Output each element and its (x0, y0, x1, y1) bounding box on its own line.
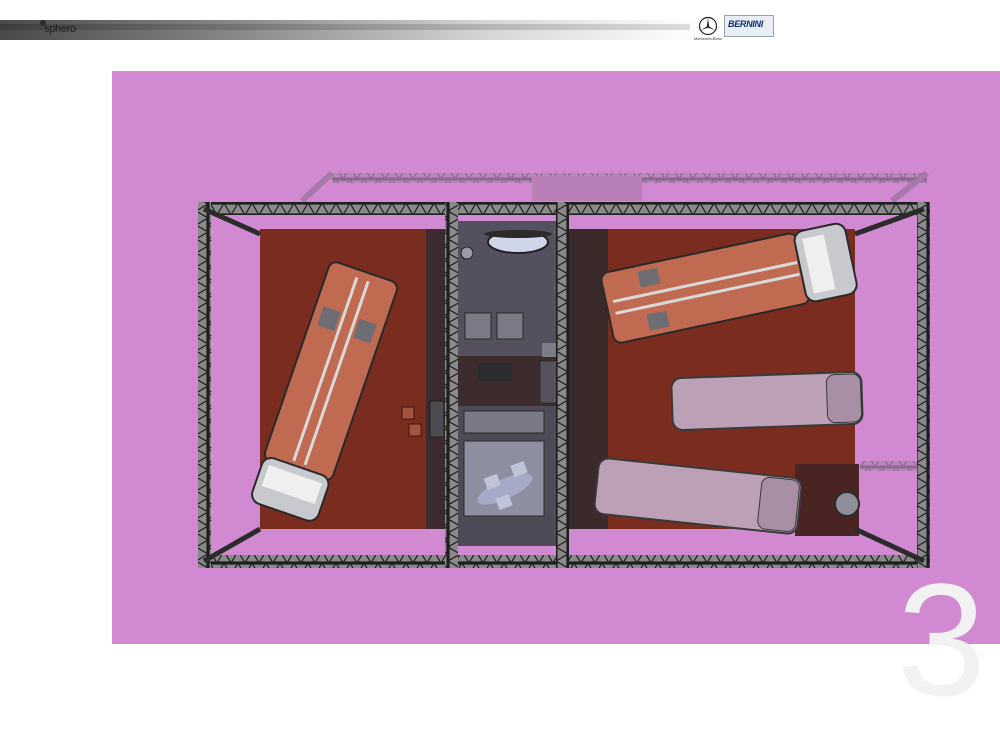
sphero-logo: sphero (44, 23, 76, 35)
floor-plan (198, 170, 930, 568)
round-table (834, 491, 860, 517)
mercedes-label: Mercedes-Benz (694, 36, 723, 41)
seat (496, 312, 524, 340)
header-bar (0, 20, 700, 40)
bernini-logo: BERNINI (724, 15, 774, 37)
header-bar-shadow (0, 24, 690, 30)
van-upper (670, 371, 864, 431)
seat (464, 312, 492, 340)
info-kiosk (429, 400, 445, 438)
mercedes-star-icon (698, 16, 718, 36)
bernini-text: BERNINI (728, 19, 763, 29)
page-number: 3 (897, 550, 986, 729)
